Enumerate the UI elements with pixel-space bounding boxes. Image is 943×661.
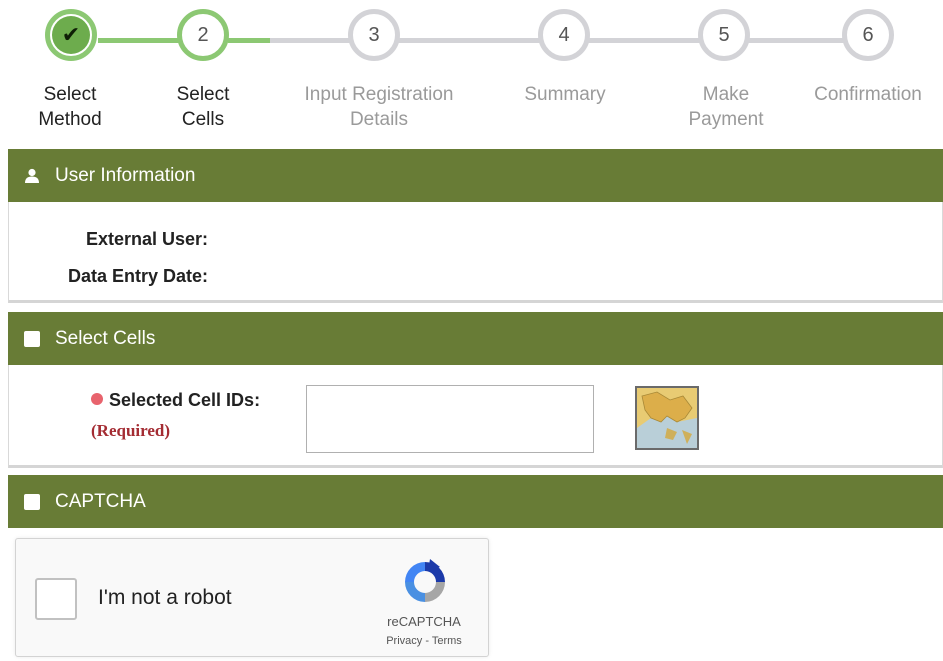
- recaptcha-logo-icon: [405, 559, 445, 602]
- recaptcha-label: I'm not a robot: [98, 586, 232, 609]
- step-connector-done: [98, 38, 182, 43]
- step-3-number: 3: [368, 24, 380, 46]
- step-3-label: Input Registration Details: [304, 84, 454, 130]
- captcha-title: CAPTCHA: [55, 490, 146, 512]
- step-4-number: 4: [558, 24, 570, 46]
- user-information-header: User Information: [8, 149, 943, 202]
- user-information-panel: User Information External User: Data Ent…: [8, 149, 943, 303]
- progress-stepper: ✔ Select Method 2 Select Cells 3 Input R…: [0, 0, 943, 140]
- required-note: (Required): [91, 421, 171, 440]
- recaptcha-brand: reCAPTCHA: [387, 614, 461, 629]
- user-information-title: User Information: [55, 164, 196, 186]
- step-2-circle: 2: [177, 9, 229, 61]
- user-information-body: External User: Data Entry Date:: [8, 202, 943, 303]
- check-icon: ✔: [52, 16, 90, 54]
- step-connector-done: [228, 38, 270, 43]
- selected-cell-ids-label: Selected Cell IDs:: [91, 390, 260, 411]
- selected-cell-ids-text: Selected Cell IDs:: [109, 390, 261, 410]
- select-cells-body: Selected Cell IDs: (Required): [8, 365, 943, 468]
- step-5-number: 5: [718, 24, 730, 46]
- selected-cell-ids-input[interactable]: [306, 385, 594, 453]
- required-dot-icon: [91, 393, 103, 405]
- step-connector: [398, 38, 540, 43]
- recaptcha-checkbox[interactable]: [35, 578, 77, 620]
- step-1-circle: ✔: [45, 9, 97, 61]
- step-connector: [270, 38, 352, 43]
- step-6-circle: 6: [842, 9, 894, 61]
- user-icon: [25, 168, 39, 183]
- step-2-number: 2: [197, 24, 209, 46]
- step-5-circle: 5: [698, 9, 750, 61]
- step-connector: [746, 38, 844, 43]
- data-entry-date-label: Data Entry Date:: [67, 266, 208, 286]
- select-cells-title: Select Cells: [55, 327, 156, 349]
- map-icon: [637, 388, 697, 448]
- captcha-panel: CAPTCHA: [8, 475, 943, 528]
- step-6-label: Confirmation: [814, 84, 922, 105]
- select-cells-panel: Select Cells Selected Cell IDs: (Require…: [8, 312, 943, 468]
- recaptcha-widget: I'm not a robot reCAPTCHA Privacy - Term…: [15, 538, 489, 657]
- square-icon: [24, 493, 40, 510]
- recaptcha-privacy-terms-link[interactable]: Privacy - Terms: [374, 635, 474, 647]
- square-icon: [24, 330, 40, 347]
- captcha-header: CAPTCHA: [8, 475, 943, 528]
- external-user-label: External User:: [85, 229, 208, 249]
- step-6-number: 6: [862, 24, 874, 46]
- step-2-label: Select Cells: [176, 84, 230, 130]
- map-selector-button[interactable]: [635, 386, 699, 450]
- step-connector: [586, 38, 700, 43]
- select-cells-header: Select Cells: [8, 312, 943, 365]
- step-4-circle: 4: [538, 9, 590, 61]
- step-3-circle: 3: [348, 9, 400, 61]
